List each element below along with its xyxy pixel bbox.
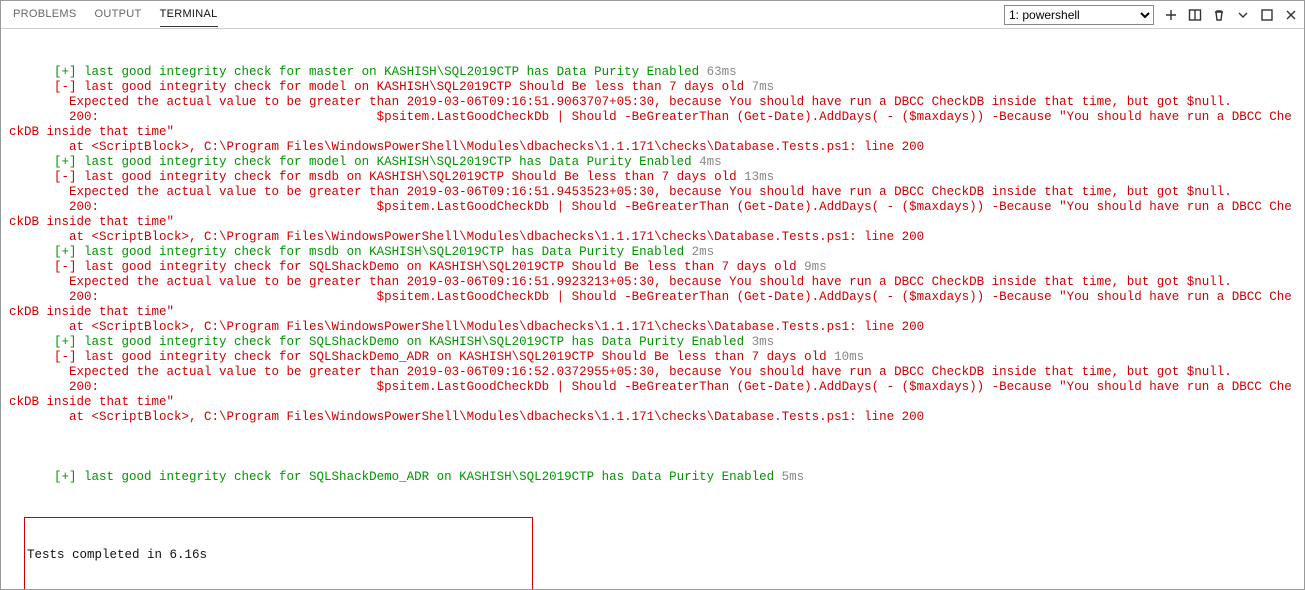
terminal-line-error: 200: $psitem.LastGoodCheckDb | Should -B… bbox=[9, 200, 1296, 230]
terminal-line-fail: [-] last good integrity check for model … bbox=[9, 80, 1296, 95]
terminal-line-error: at <ScriptBlock>, C:\Program Files\Windo… bbox=[9, 320, 1296, 335]
tab-terminal[interactable]: TERMINAL bbox=[160, 2, 218, 27]
terminal-actions bbox=[1164, 8, 1298, 22]
maximize-panel-icon[interactable] bbox=[1260, 8, 1274, 22]
terminal-line-error: Expected the actual value to be greater … bbox=[9, 275, 1296, 290]
summary-time: Tests completed in 6.16s bbox=[27, 548, 530, 563]
terminal-line-pass: [+] last good integrity check for master… bbox=[9, 65, 1296, 80]
terminal-line-pass: [+] last good integrity check for SQLSha… bbox=[9, 335, 1296, 350]
terminal-line-pass: [+] last good integrity check for model … bbox=[9, 155, 1296, 170]
terminal-line-error: Expected the actual value to be greater … bbox=[9, 365, 1296, 380]
terminal-line-fail: [-] last good integrity check for SQLSha… bbox=[9, 350, 1296, 365]
tab-output[interactable]: OUTPUT bbox=[95, 2, 142, 27]
terminal-line-error: at <ScriptBlock>, C:\Program Files\Windo… bbox=[9, 410, 1296, 425]
new-terminal-icon[interactable] bbox=[1164, 8, 1178, 22]
terminal-line-error: 200: $psitem.LastGoodCheckDb | Should -B… bbox=[9, 380, 1296, 410]
terminal-line-error: at <ScriptBlock>, C:\Program Files\Windo… bbox=[9, 230, 1296, 245]
tab-problems[interactable]: PROBLEMS bbox=[13, 2, 77, 27]
terminal-line-error: 200: $psitem.LastGoodCheckDb | Should -B… bbox=[9, 110, 1296, 140]
terminal-line-error: 200: $psitem.LastGoodCheckDb | Should -B… bbox=[9, 290, 1296, 320]
chevron-down-icon[interactable] bbox=[1236, 8, 1250, 22]
split-terminal-icon[interactable] bbox=[1188, 8, 1202, 22]
kill-terminal-icon[interactable] bbox=[1212, 8, 1226, 22]
terminal-line-error: Expected the actual value to be greater … bbox=[9, 185, 1296, 200]
panel-header: PROBLEMS OUTPUT TERMINAL 1: powershell bbox=[1, 1, 1304, 29]
terminal-line-error: Expected the actual value to be greater … bbox=[9, 95, 1296, 110]
close-panel-icon[interactable] bbox=[1284, 8, 1298, 22]
terminal-output[interactable]: [+] last good integrity check for master… bbox=[1, 29, 1304, 589]
terminal-line-fail: [-] last good integrity check for msdb o… bbox=[9, 170, 1296, 185]
panel-tabs: PROBLEMS OUTPUT TERMINAL bbox=[7, 2, 218, 27]
terminal-line-error: at <ScriptBlock>, C:\Program Files\Windo… bbox=[9, 140, 1296, 155]
summary-box: Tests completed in 6.16s Tests Passed: 5… bbox=[24, 517, 533, 589]
terminal-line-pass: [+] last good integrity check for msdb o… bbox=[9, 245, 1296, 260]
terminal-line-pass: [+] last good integrity check for SQLSha… bbox=[9, 470, 1296, 485]
terminal-line-fail: [-] last good integrity check for SQLSha… bbox=[9, 260, 1296, 275]
terminal-selector[interactable]: 1: powershell bbox=[1004, 5, 1154, 25]
